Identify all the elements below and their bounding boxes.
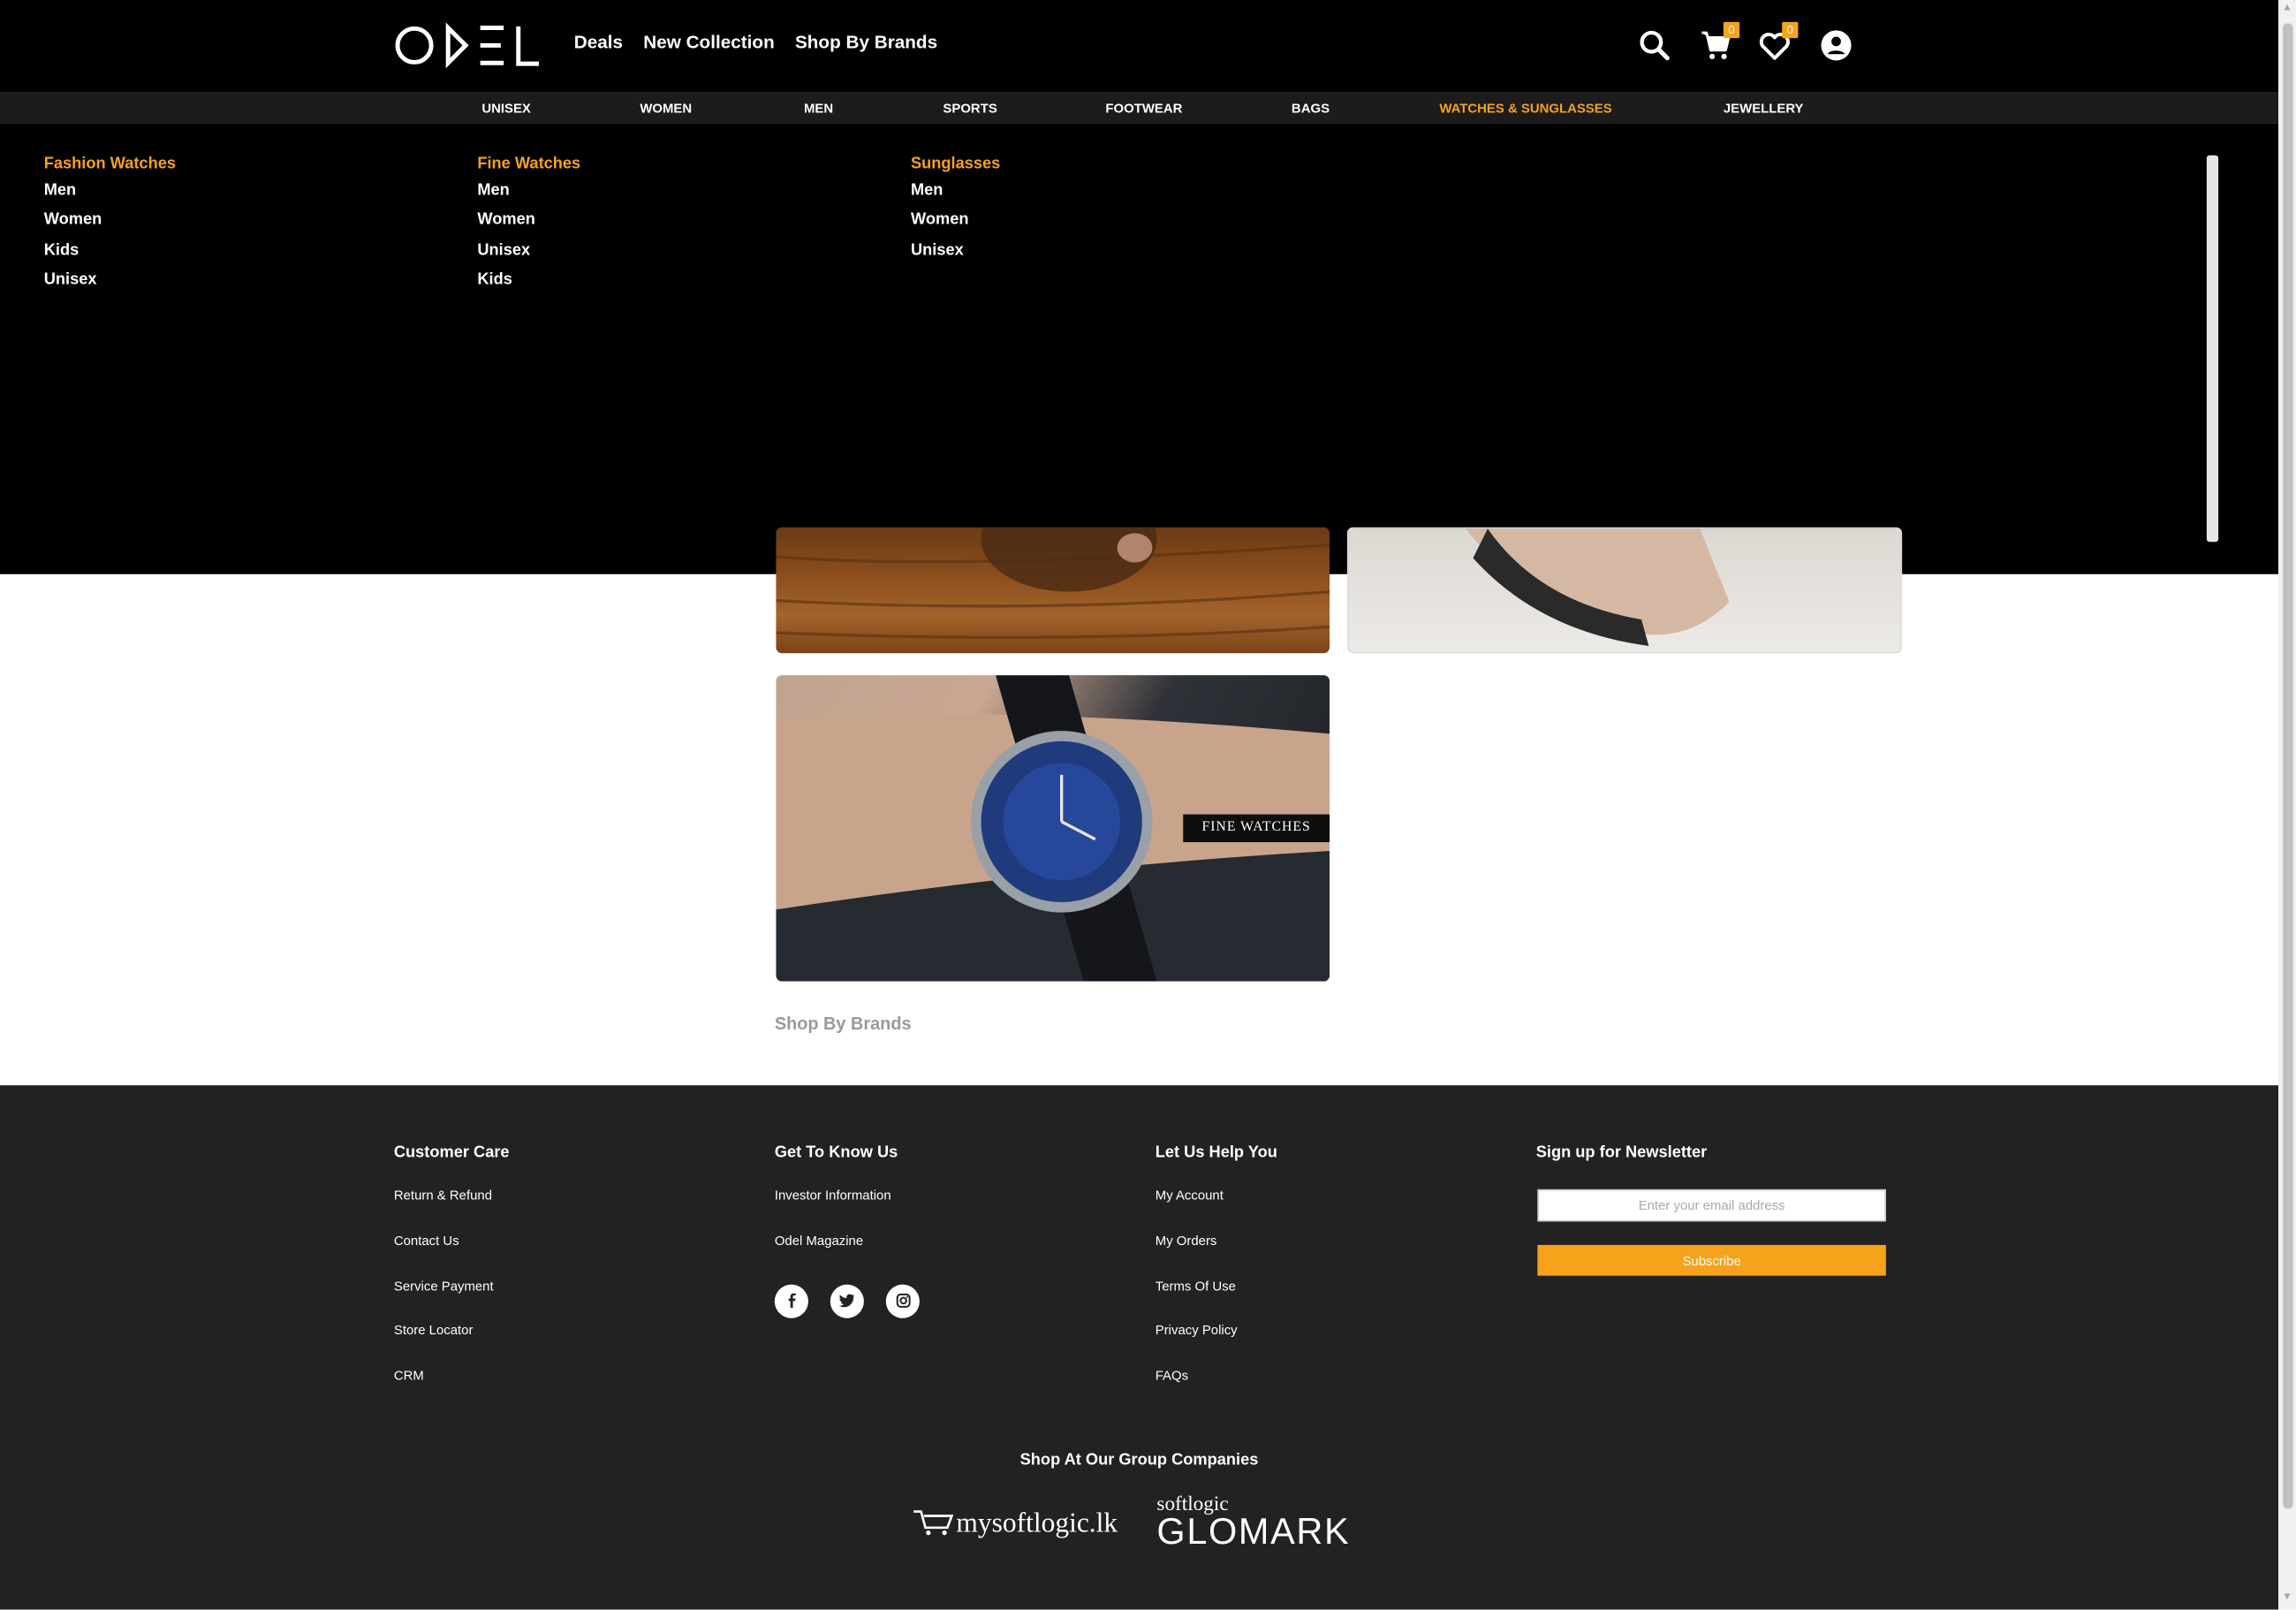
menu-column-fine-watches: Fine Watches Men Women Unisex Kids [477, 156, 580, 298]
instagram-icon[interactable] [885, 1283, 920, 1318]
menu-link-kids[interactable]: Kids [477, 268, 580, 298]
subscribe-button[interactable]: Subscribe [1537, 1244, 1886, 1276]
menu-link-unisex[interactable]: Unisex [44, 268, 176, 298]
mega-menu: Fashion Watches Men Women Kids Unisex Fi… [0, 123, 2279, 574]
category-jewellery[interactable]: JEWELLERY [1724, 101, 1804, 116]
user-icon[interactable] [1817, 27, 1855, 65]
menu-link-women[interactable]: Women [44, 209, 176, 239]
footer-link-investor-information[interactable]: Investor Information [775, 1188, 920, 1233]
footer-link-store-locator[interactable]: Store Locator [394, 1323, 510, 1368]
menu-heading-sunglasses[interactable]: Sunglasses [911, 156, 1000, 173]
category-footwear[interactable]: FOOTWEAR [1105, 101, 1182, 116]
footer-heading: Customer Care [393, 1143, 510, 1162]
category-bar: UNISEX WOMEN MEN SPORTS FOOTWEAR BAGS WA… [0, 92, 2279, 124]
footer-link-privacy-policy[interactable]: Privacy Policy [1156, 1323, 1277, 1368]
fine-watches-label[interactable]: FINE WATCHES [1183, 814, 1330, 843]
menu-heading-fine-watches[interactable]: Fine Watches [477, 156, 580, 173]
menu-heading-fashion-watches[interactable]: Fashion Watches [44, 156, 176, 173]
mysoftlogic-logo-text: mysoftlogic.lk [956, 1508, 1118, 1540]
wishlist-count-badge: 0 [1782, 21, 1799, 39]
newsletter-email-input[interactable] [1537, 1189, 1886, 1222]
watch-banner-wood[interactable] [776, 527, 1330, 654]
cart-count-badge: 0 [1723, 21, 1740, 39]
category-bags[interactable]: BAGS [1292, 101, 1330, 116]
cart-button[interactable]: 0 [1697, 21, 1740, 65]
menu-link-men[interactable]: Men [911, 178, 1000, 209]
category-sports[interactable]: SPORTS [943, 101, 996, 116]
category-unisex[interactable]: UNISEX [481, 101, 531, 116]
footer-link-odel-magazine[interactable]: Odel Magazine [775, 1233, 920, 1278]
watch-image [1466, 528, 1730, 646]
menu-column-sunglasses: Sunglasses Men Women Unisex [911, 156, 1000, 268]
footer-link-contact-us[interactable]: Contact Us [394, 1233, 510, 1278]
shop-by-brands-heading: Shop By Brands [774, 1013, 912, 1035]
nav-deals[interactable]: Deals [574, 32, 623, 52]
social-links [774, 1283, 920, 1318]
glomark-logo[interactable]: softlogic GLOMARK [1156, 1494, 1350, 1554]
footer-let-us-help-you: Let Us Help You My Account My Orders Ter… [1156, 1144, 1277, 1414]
footer-get-to-know-us: Get To Know Us Investor Information Odel… [774, 1143, 920, 1318]
glomark-logo-text: GLOMARK [1156, 1511, 1351, 1553]
menu-link-women[interactable]: Women [477, 209, 580, 239]
twitter-icon[interactable] [830, 1283, 864, 1318]
footer-link-return-refund[interactable]: Return & Refund [394, 1188, 510, 1233]
group-companies-heading: Shop At Our Group Companies [1019, 1451, 1259, 1470]
menu-link-unisex[interactable]: Unisex [477, 238, 580, 268]
mysoftlogic-logo[interactable]: mysoftlogic.lk [913, 1507, 1118, 1541]
footer-link-my-orders[interactable]: My Orders [1156, 1233, 1277, 1278]
footer-heading: Get To Know Us [774, 1143, 898, 1162]
menu-link-kids[interactable]: Kids [44, 238, 176, 268]
watch-image [776, 527, 1330, 639]
menu-link-men[interactable]: Men [44, 178, 176, 209]
category-men[interactable]: MEN [804, 101, 833, 116]
menu-link-men[interactable]: Men [477, 178, 580, 209]
facebook-icon[interactable] [774, 1283, 808, 1318]
scroll-up-arrow[interactable]: ▲ [2280, 0, 2295, 18]
scroll-down-arrow[interactable]: ▼ [2280, 1589, 2295, 1606]
cart-icon [913, 1510, 954, 1536]
menu-column-fashion-watches: Fashion Watches Men Women Kids Unisex [44, 156, 176, 298]
watch-banner-hand[interactable] [1346, 527, 1903, 654]
menu-link-women[interactable]: Women [911, 209, 1000, 239]
top-header: Deals New Collection Shop By Brands 0 0 [0, 0, 2279, 93]
wishlist-button[interactable]: 0 [1755, 21, 1799, 65]
scrollbar-thumb[interactable] [2283, 23, 2293, 1509]
footer-link-faqs[interactable]: FAQs [1156, 1368, 1277, 1413]
top-nav: Deals New Collection Shop By Brands [574, 32, 937, 52]
footer-newsletter: Sign up for Newsletter [1536, 1144, 1708, 1189]
footer-link-my-account[interactable]: My Account [1156, 1188, 1277, 1233]
footer-heading: Sign up for Newsletter [1535, 1143, 1708, 1162]
menu-link-unisex[interactable]: Unisex [911, 238, 1000, 268]
footer-link-service-payment[interactable]: Service Payment [394, 1278, 510, 1323]
footer-customer-care: Customer Care Return & Refund Contact Us… [394, 1144, 510, 1414]
nav-new-collection[interactable]: New Collection [643, 32, 775, 52]
footer-link-crm[interactable]: CRM [394, 1368, 510, 1413]
footer-heading: Let Us Help You [1155, 1143, 1277, 1162]
category-watches-sunglasses[interactable]: WATCHES & SUNGLASSES [1439, 101, 1611, 116]
footer: Customer Care Return & Refund Contact Us… [0, 1085, 2279, 1610]
mega-menu-scrollbar[interactable] [2206, 155, 2219, 543]
nav-shop-by-brands[interactable]: Shop By Brands [795, 32, 937, 52]
footer-link-terms-of-use[interactable]: Terms Of Use [1156, 1278, 1277, 1323]
odel-logo[interactable] [395, 20, 542, 70]
category-women[interactable]: WOMEN [640, 101, 692, 116]
search-icon[interactable] [1635, 27, 1673, 65]
